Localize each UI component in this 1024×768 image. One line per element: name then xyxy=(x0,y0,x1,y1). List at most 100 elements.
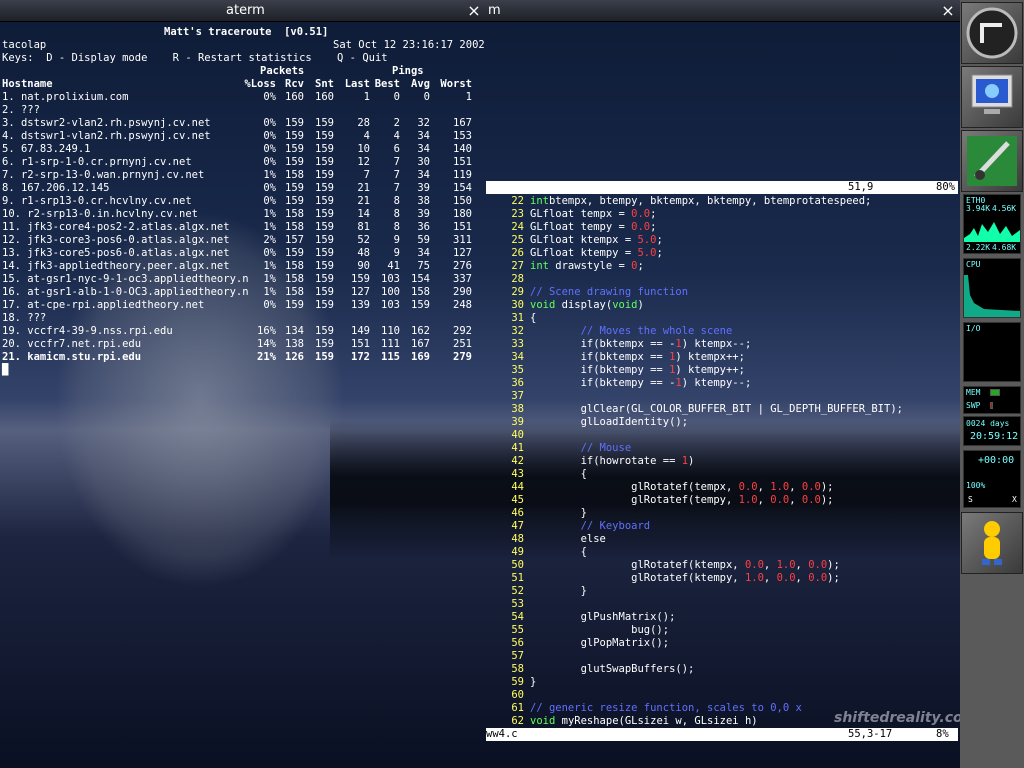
code-comment: // Keyboard xyxy=(580,520,651,532)
code-segment: ) ktempx++; xyxy=(675,351,745,363)
code-line: 28 xyxy=(486,273,958,286)
hop-hostname: 16. at-gsr1-alb-1-0-OC3.appliedtheory.n xyxy=(2,286,249,298)
hop-last: 139 xyxy=(351,299,370,311)
hop-worst: 276 xyxy=(453,260,472,272)
code-segment: ); xyxy=(827,559,840,571)
code-literal: 0.0 xyxy=(801,481,821,493)
code-segment: glPopMatrix(); xyxy=(530,637,670,649)
hop-loss: 0% xyxy=(263,91,276,103)
hop-worst: 167 xyxy=(453,117,472,129)
code-line: 59} xyxy=(486,676,958,689)
mtr-datetime: Sat Oct 12 23:16:17 2002 xyxy=(333,39,485,51)
code-segment: , xyxy=(795,572,809,584)
vim-close-button[interactable]: × xyxy=(939,2,957,20)
code-line: 36 if(bktempy == -1) ktempy--; xyxy=(486,377,958,390)
hop-snt: 159 xyxy=(315,156,334,168)
hop-hostname: 2. ??? xyxy=(2,104,40,116)
hop-loss: 1% xyxy=(263,286,276,298)
col-loss: %Loss xyxy=(244,78,276,90)
hop-hostname: 5. 67.83.249.1 xyxy=(2,143,91,155)
hop-rcv: 159 xyxy=(285,117,304,129)
s-button[interactable]: S xyxy=(968,495,973,504)
code-line: 55 bug(); xyxy=(486,624,958,637)
code-literal: 5.0 xyxy=(637,247,657,259)
hop-row: 7. r2-srp-13-0.wan.prnynj.cv.net 1% 158 159… xyxy=(2,169,482,182)
hop-rcv: 158 xyxy=(285,286,304,298)
code-text: if(bktempy == 1) ktempy++; xyxy=(530,364,745,377)
hop-last: 81 xyxy=(357,221,370,233)
code-text: // Mouse xyxy=(530,442,632,455)
hop-hostname: 14. jfk3-appliedtheory.peer.algx.net xyxy=(2,260,230,272)
mem-label: MEM xyxy=(966,388,981,397)
line-number: 35 xyxy=(511,364,524,376)
code-text: glClear(GL_COLOR_BUFFER_BIT | GL_DEPTH_B… xyxy=(530,403,903,416)
code-literal: 0.0 xyxy=(801,494,821,506)
code-segment: glLoadIdentity(); xyxy=(530,416,689,428)
code-line: 52 } xyxy=(486,585,958,598)
line-number: 25 xyxy=(511,234,524,246)
code-comment: // Mouse xyxy=(580,442,632,454)
hop-avg: 59 xyxy=(417,234,430,246)
line-number: 30 xyxy=(511,299,524,311)
net-out-2: 4.68K xyxy=(992,243,1017,252)
code-segment: ); xyxy=(820,494,834,506)
hop-loss: 2% xyxy=(263,234,276,246)
hop-snt: 159 xyxy=(315,117,334,129)
battery-percent: 100% xyxy=(966,481,986,490)
dock-app-mascot[interactable] xyxy=(961,512,1023,574)
code-text: glRotatef(ktempx, 0.0, 1.0, 0.0); xyxy=(530,559,840,572)
hop-avg: 34 xyxy=(417,143,430,155)
dock-app-gimp[interactable] xyxy=(961,130,1023,192)
hop-rcv: 159 xyxy=(285,299,304,311)
line-number: 56 xyxy=(511,637,524,649)
hop-avg: 0 xyxy=(423,91,430,103)
hop-hostname: 13. jfk3-core5-pos6-0.atlas.algx.net xyxy=(2,247,230,259)
hop-worst: 292 xyxy=(453,325,472,337)
hop-hostname: 15. at-gsr1-nyc-9-1-oc3.appliedtheory.n xyxy=(2,273,249,285)
vim-upper-statusline: 51,9 80% xyxy=(486,181,958,194)
dock-app-monitor[interactable] xyxy=(961,66,1023,128)
line-number: 52 xyxy=(511,585,524,597)
dock-app-logo[interactable] xyxy=(961,2,1023,64)
code-keyword: void xyxy=(530,299,556,311)
code-line: 29 // Scene drawing function xyxy=(486,286,958,299)
hop-hostname: 3. dstswr2-vlan2.rh.pswynj.cv.net xyxy=(2,117,211,129)
code-segment: glClear(GL_COLOR_BUFFER_BIT | GL_DEPTH_B… xyxy=(530,403,903,415)
mtr-packets-group: Packets xyxy=(260,65,305,77)
hop-snt: 159 xyxy=(315,234,334,246)
hop-rcv: 126 xyxy=(285,351,304,363)
code-text: glRotatef(tempx, 0.0, 1.0, 0.0); xyxy=(530,481,833,494)
code-line: 56 glPopMatrix(); xyxy=(486,637,958,650)
hop-snt: 159 xyxy=(315,169,334,181)
code-literal: 1.0 xyxy=(770,481,790,493)
hop-avg: 30 xyxy=(417,156,430,168)
upper-status-position: 51,9 xyxy=(848,181,874,193)
aterm-close-button[interactable]: × xyxy=(465,2,483,20)
hop-hostname: 9. r1-srp13-0.cr.hcvlny.cv.net xyxy=(2,195,192,207)
code-segment: btempx, btempy, bktempx, bktempy, btempr… xyxy=(548,195,872,207)
hop-avg: 39 xyxy=(417,208,430,220)
hop-loss: 21% xyxy=(257,351,276,363)
code-line: 42 if(howrotate == 1) xyxy=(486,455,958,468)
line-number: 42 xyxy=(511,455,524,467)
code-line: 47 // Keyboard xyxy=(486,520,958,533)
swp-bar xyxy=(990,402,993,409)
hop-hostname: 1. nat.prolixium.com xyxy=(2,91,129,103)
hop-row: 2. ??? xyxy=(2,104,482,117)
hop-avg: 34 xyxy=(417,247,430,259)
hop-rcv: 158 xyxy=(285,221,304,233)
hop-hostname: 11. jfk3-core4-pos2-2.atlas.algx.net xyxy=(2,221,230,233)
hop-avg: 159 xyxy=(411,299,430,311)
vim-titlebar[interactable]: m xyxy=(486,0,960,22)
line-number: 37 xyxy=(511,390,524,402)
line-number: 43 xyxy=(511,468,524,480)
hop-row: 1. nat.prolixium.com 0% 160 160 1 0 0 1 xyxy=(2,91,482,104)
aterm-titlebar[interactable]: aterm xyxy=(0,0,486,22)
code-line: 22 intbtempx, btempy, bktempx, bktempy, b… xyxy=(486,195,958,208)
hop-best: 111 xyxy=(381,338,400,350)
x-button[interactable]: X xyxy=(1012,495,1017,504)
hop-last: 151 xyxy=(351,338,370,350)
line-number: 23 xyxy=(511,208,524,220)
hop-row: 12. jfk3-core3-pos6-0.atlas.algx.net 2% 15… xyxy=(2,234,482,247)
hop-hostname: 7. r2-srp-13-0.wan.prnynj.cv.net xyxy=(2,169,205,181)
